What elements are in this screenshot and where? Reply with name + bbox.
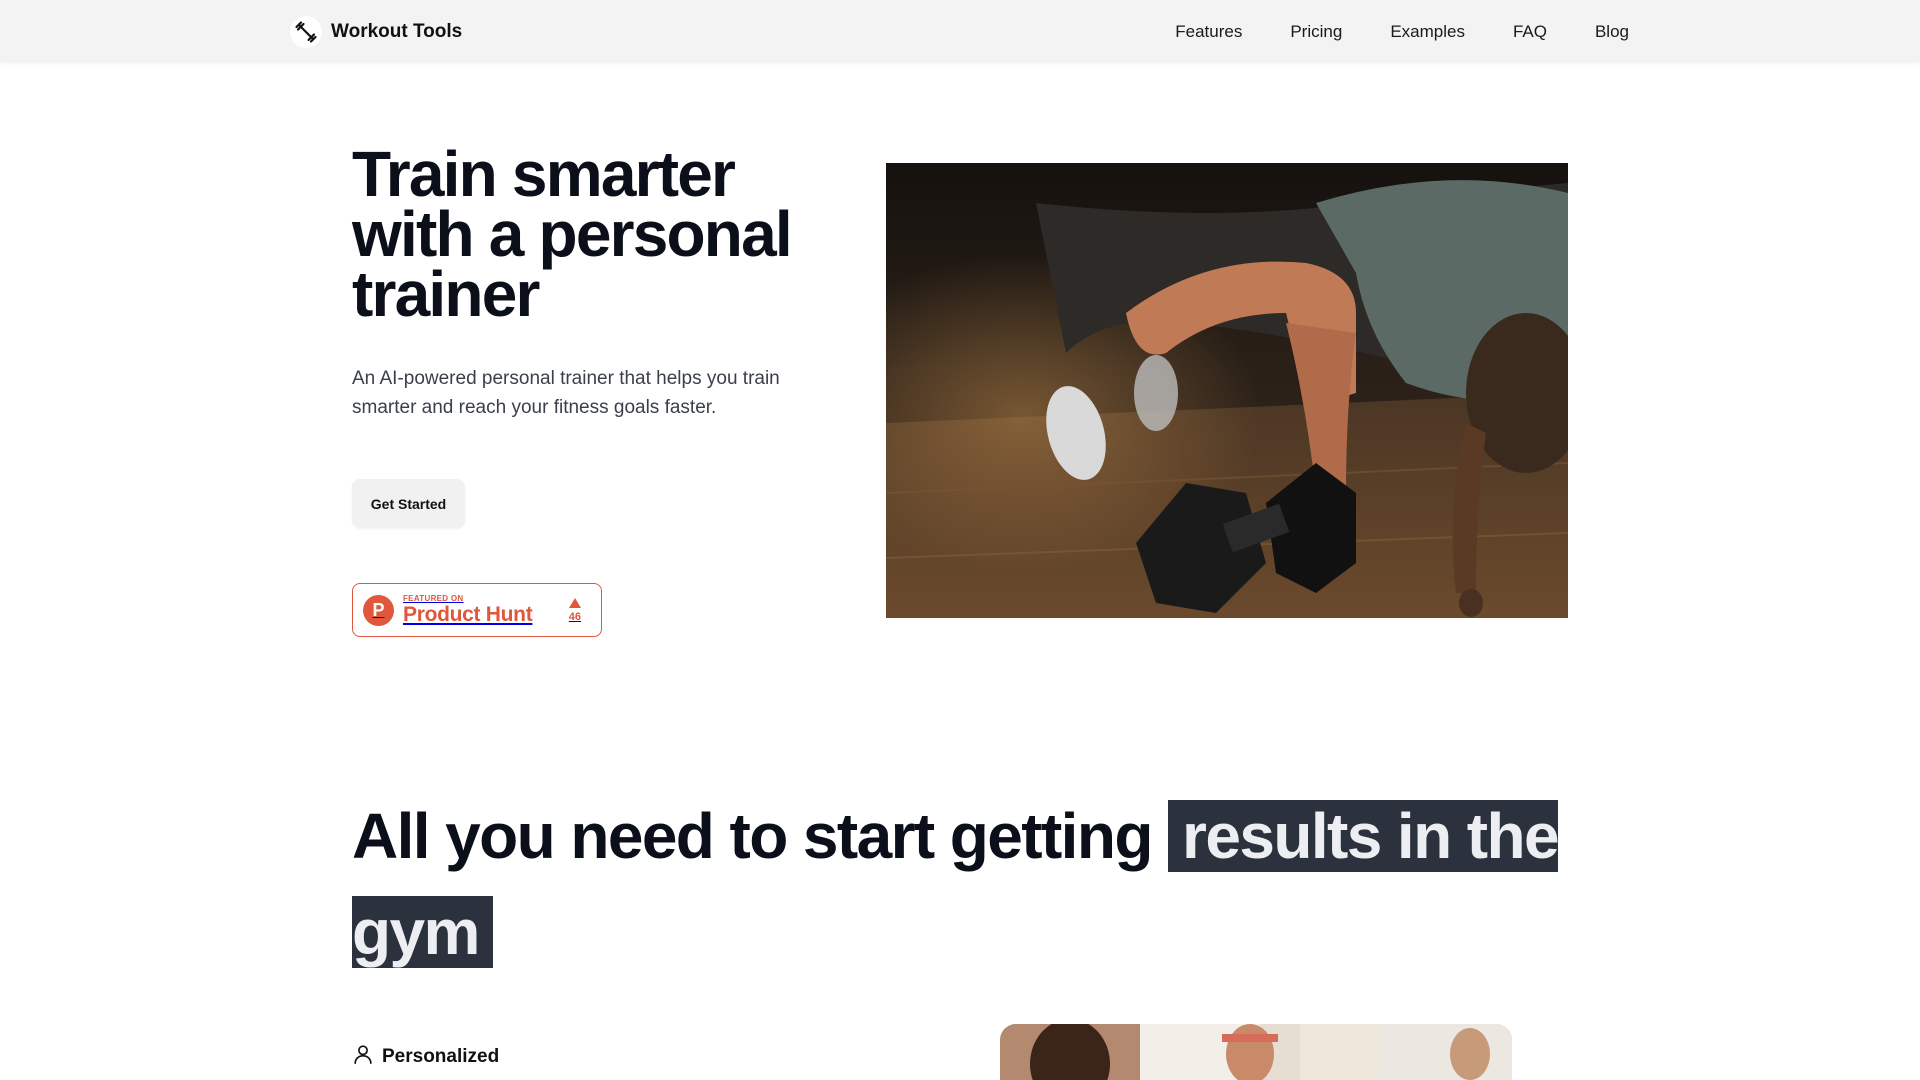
nav-features[interactable]: Features xyxy=(1175,22,1242,42)
section-title-highlight-2: gym xyxy=(352,896,493,968)
user-icon xyxy=(352,1043,374,1070)
product-hunt-badge[interactable]: P FEATURED ON Product Hunt 46 xyxy=(352,583,602,637)
ph-name: Product Hunt xyxy=(403,603,533,626)
hero-subtitle: An AI-powered personal trainer that help… xyxy=(352,368,780,418)
brand-link[interactable]: Workout Tools xyxy=(290,14,462,50)
ph-upvote: 46 xyxy=(568,597,581,623)
nav-blog[interactable]: Blog xyxy=(1595,22,1629,42)
feature-personalized: Personalized xyxy=(352,1043,499,1070)
hero-image xyxy=(886,163,1568,618)
site-header: Workout Tools Features Pricing Examples … xyxy=(0,0,1920,62)
hero-title: Train smarter with a personal trainer xyxy=(352,138,793,330)
section-title-highlight: results in the xyxy=(1168,800,1560,872)
upvote-arrow-icon xyxy=(568,597,581,608)
ph-vote-count: 46 xyxy=(568,610,581,623)
product-hunt-logo-icon: P xyxy=(363,594,394,626)
nav-pricing[interactable]: Pricing xyxy=(1290,22,1342,42)
section-title-plain: All you need to start getting xyxy=(352,800,1169,872)
dumbbell-icon xyxy=(290,16,322,48)
get-started-button[interactable]: Get Started xyxy=(352,479,465,528)
nav-examples[interactable]: Examples xyxy=(1390,22,1465,42)
nav-faq[interactable]: FAQ xyxy=(1513,22,1547,42)
section-title: All you need to start getting results in… xyxy=(352,788,1652,980)
brand-name: Workout Tools xyxy=(331,21,463,42)
feature-label: Personalized xyxy=(382,1045,500,1067)
main-nav: Features Pricing Examples FAQ Blog xyxy=(1175,14,1629,50)
section-image xyxy=(1000,1024,1512,1080)
